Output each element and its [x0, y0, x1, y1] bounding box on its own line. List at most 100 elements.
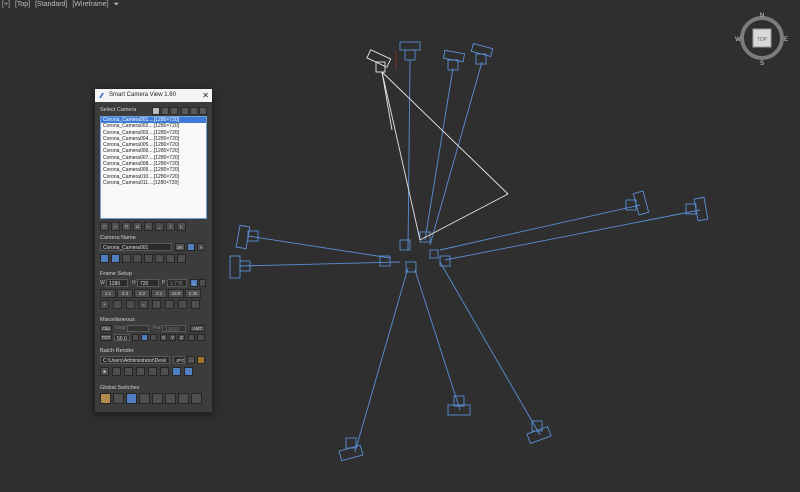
far-field[interactable]: 10000 — [162, 325, 186, 332]
global-switch-7[interactable] — [178, 393, 189, 404]
tool-button-6[interactable]: _ — [155, 222, 164, 231]
global-switch-3[interactable] — [126, 393, 137, 404]
camera-bodies — [229, 41, 709, 462]
delete-camera-icon[interactable]: × — [197, 243, 205, 251]
view-button-3[interactable] — [122, 254, 131, 263]
batch-button-4[interactable] — [136, 367, 145, 376]
refresh-icon[interactable] — [199, 107, 207, 115]
ratio-2-1-button[interactable]: 2:1 — [151, 289, 167, 298]
batch-button-5[interactable] — [148, 367, 157, 376]
pick-camera-icon[interactable] — [187, 243, 195, 251]
pixel-aspect-label: P — [162, 280, 166, 286]
frame-toolbar: + = — [100, 300, 200, 309]
lock-aspect-button[interactable]: L — [190, 279, 198, 287]
tool-button-8[interactable]: L — [177, 222, 186, 231]
tool-button-2[interactable]: ∩ — [111, 222, 120, 231]
list-item[interactable]: Corona_Camera011....[1280×720] — [101, 180, 206, 186]
pixel-aspect-field[interactable]: 1.778 — [167, 279, 187, 287]
output-path-field[interactable]: C:\Users\Administrator\Desk — [100, 356, 170, 364]
tgt-spinner[interactable] — [132, 334, 139, 341]
remove-camera-icon[interactable] — [190, 107, 198, 115]
misc-option-1[interactable] — [188, 334, 195, 341]
batch-button-6[interactable] — [160, 367, 169, 376]
select-camera-label: Select Camera — [100, 107, 137, 113]
batch-button-1[interactable]: ■ — [100, 367, 109, 376]
view-button-8[interactable] — [177, 254, 186, 263]
view-button-1[interactable] — [100, 254, 109, 263]
clip-button[interactable]: Clip — [100, 325, 112, 332]
width-field[interactable]: 1280 — [106, 279, 128, 287]
global-switch-8[interactable] — [191, 393, 202, 404]
near-field[interactable] — [127, 325, 149, 332]
tool-button-3[interactable]: ⊓ — [122, 222, 131, 231]
browse-button[interactable]: ... — [187, 356, 195, 364]
viewcube-face-label: TOP — [757, 37, 768, 43]
render-button[interactable] — [184, 367, 193, 376]
view-button-5[interactable] — [144, 254, 153, 263]
list-tool-icon-1[interactable] — [152, 107, 160, 115]
ok-button[interactable]: OK — [175, 243, 185, 251]
frame-button-3[interactable] — [126, 300, 135, 309]
list-tool-icon-2[interactable] — [161, 107, 169, 115]
frame-button-6[interactable] — [165, 300, 174, 309]
view-button-7[interactable] — [166, 254, 175, 263]
misc-label: Miscellaneous — [100, 317, 135, 323]
frame-setup-label: Frame Setup — [100, 271, 132, 277]
height-field[interactable]: 720 — [137, 279, 159, 287]
batch-button-7[interactable] — [172, 367, 181, 376]
batch-button-2[interactable] — [112, 367, 121, 376]
view-button-2[interactable] — [111, 254, 120, 263]
ratio-3-2-button[interactable]: 3:2 — [134, 289, 150, 298]
list-tool-icon-3[interactable] — [170, 107, 178, 115]
frame-button-2[interactable] — [113, 300, 122, 309]
axis-y-button[interactable]: Y — [169, 334, 176, 341]
list-toolbar: □ ∩ ⊓ ⊔ ⌐ _ I L — [100, 222, 186, 231]
compass-west: W — [735, 37, 741, 43]
tool-button-7[interactable]: I — [166, 222, 175, 231]
axis-x-button[interactable]: X — [160, 334, 167, 341]
compass-north: N — [760, 13, 764, 19]
ratio-16-9-button[interactable]: 16:9 — [168, 289, 184, 298]
near-label: Near — [115, 325, 126, 331]
global-switch-2[interactable] — [113, 393, 124, 404]
close-icon[interactable]: ✕ — [202, 89, 209, 102]
folder-icon[interactable] — [197, 356, 205, 364]
tool-button-5[interactable]: ⌐ — [144, 222, 153, 231]
tgt-field[interactable]: 50.0 — [114, 334, 130, 341]
ratio-4-3-button[interactable]: 4:3 — [117, 289, 133, 298]
frame-button-7[interactable] — [178, 300, 187, 309]
frame-button-4[interactable]: = — [139, 300, 148, 309]
frame-button-8[interactable] — [191, 300, 200, 309]
global-switch-6[interactable] — [165, 393, 176, 404]
width-label: W — [100, 280, 105, 286]
tool-button-1[interactable]: □ — [100, 222, 109, 231]
tgt-option[interactable] — [150, 334, 157, 341]
frame-button-1[interactable]: + — [100, 300, 109, 309]
viewcube[interactable]: TOP N S E W — [734, 10, 790, 66]
app-logo-icon — [99, 93, 104, 98]
global-switch-1[interactable] — [100, 393, 111, 404]
compass-east: E — [784, 37, 788, 43]
camera-name-field[interactable]: Corona_Camera001 — [100, 243, 172, 251]
ratio-235-button[interactable]: 2.35 — [185, 289, 201, 298]
tgt-button[interactable]: TGT — [100, 334, 112, 341]
global-switch-4[interactable] — [139, 393, 150, 404]
batch-button-3[interactable] — [124, 367, 133, 376]
dialog-title: Smart Camera View 1.60 — [109, 92, 176, 98]
tool-button-4[interactable]: ⊔ — [133, 222, 142, 231]
camera-list[interactable]: Corona_Camera001....[1280×720] Corona_Ca… — [100, 116, 207, 219]
file-format-select[interactable]: JPG — [173, 356, 185, 364]
add-camera-icon[interactable] — [181, 107, 189, 115]
ratio-1-1-button[interactable]: 1:1 — [100, 289, 116, 298]
view-button-4[interactable] — [133, 254, 142, 263]
lock-icon[interactable] — [197, 334, 205, 341]
frame-button-5[interactable] — [152, 300, 161, 309]
amt-button[interactable]: AMT — [190, 325, 205, 332]
aspect-toggle[interactable] — [199, 279, 206, 287]
dialog-titlebar[interactable]: Smart Camera View 1.60 ✕ — [95, 89, 212, 102]
global-switch-5[interactable] — [152, 393, 163, 404]
view-button-6[interactable] — [155, 254, 164, 263]
camera-targets — [379, 231, 451, 273]
axis-z-button[interactable]: Z — [178, 334, 185, 341]
tgt-toggle[interactable] — [141, 334, 148, 341]
